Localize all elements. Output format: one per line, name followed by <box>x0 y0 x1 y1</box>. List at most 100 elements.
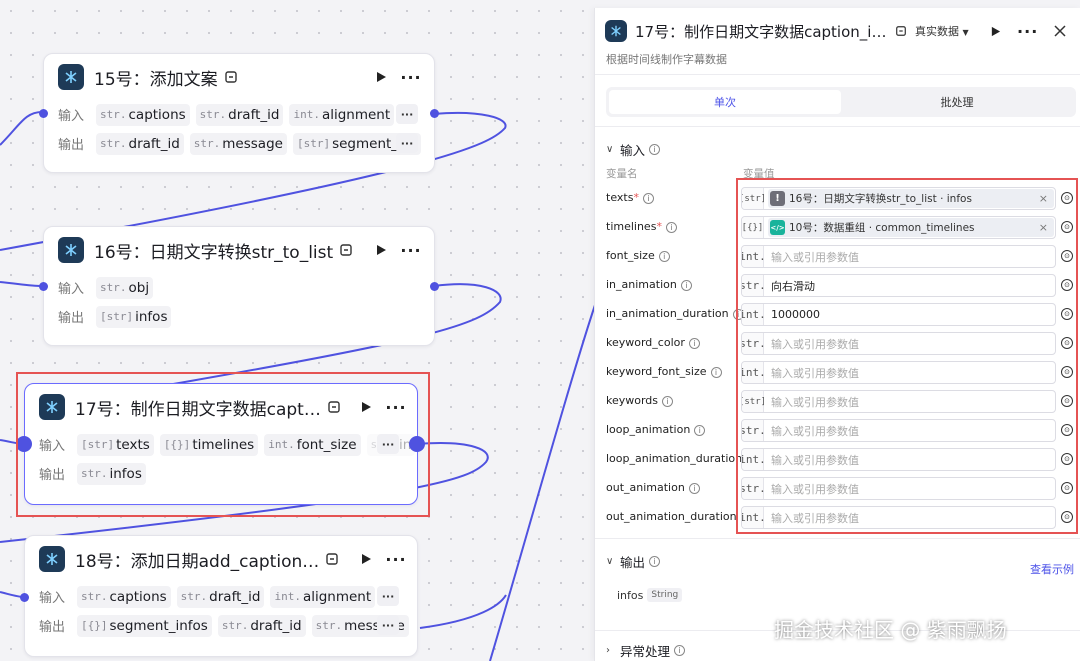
input-chip: int. alignment <box>270 585 376 608</box>
node-18[interactable]: 18号：添加日期add_caption… ··· 输入 str. captions… <box>24 535 418 657</box>
panel-title: 17号：制作日期文字数据caption_inf… <box>635 22 893 41</box>
param-name: loop_animation_duration <box>606 452 743 465</box>
input-section-title: 输入 <box>620 143 646 158</box>
info-icon: i <box>710 367 722 378</box>
output-chip: [{}] segment_infos <box>77 614 212 637</box>
info-icon: i <box>649 144 661 155</box>
info-icon: i <box>642 193 654 204</box>
node-15[interactable]: 15号：添加文案 ··· 输入 str. captions str. draft_i… <box>43 53 435 173</box>
plugin-logo-icon <box>58 64 84 90</box>
node-input-row: 输入 str. captions str. draft_id int. alignme… <box>25 582 417 611</box>
run-icon[interactable] <box>368 237 394 263</box>
more-icon[interactable]: ··· <box>398 237 424 263</box>
column-header-name: 变量名 <box>606 168 638 180</box>
chevron-down-icon: ∨ <box>606 144 614 155</box>
run-icon[interactable] <box>368 64 394 90</box>
output-variable: infos String <box>617 588 683 602</box>
close-icon[interactable] <box>1047 18 1073 44</box>
data-source-select[interactable]: 真实数据 ▼ <box>915 23 969 39</box>
plugin-logo-icon <box>58 237 84 263</box>
input-port[interactable] <box>39 109 48 118</box>
more-icon[interactable]: ··· <box>1015 18 1041 44</box>
plugin-logo-icon <box>39 546 65 572</box>
wire-into-node-15 <box>0 111 43 146</box>
wire-to-panel <box>489 304 596 661</box>
input-chip: str. captions <box>77 585 171 608</box>
inputs-label: 输入 <box>58 109 85 124</box>
more-icon[interactable]: ··· <box>398 64 424 90</box>
panel-description: 根据时间线制作字幕数据 <box>606 53 727 66</box>
info-icon: i <box>688 483 700 494</box>
batch-icon[interactable] <box>893 18 909 44</box>
node-title: 16号：日期文字转换str_to_list <box>94 242 334 263</box>
info-icon: i <box>694 425 706 436</box>
output-var-name: infos <box>617 588 644 602</box>
info-icon: i <box>680 280 692 291</box>
output-chip: str. draft_id <box>96 132 184 155</box>
run-icon[interactable] <box>353 546 379 572</box>
chevron-down-icon: ▼ <box>962 28 969 37</box>
more-outputs-button[interactable]: ··· <box>396 133 418 153</box>
output-chip: str. draft_id <box>217 614 306 637</box>
panel-header: 17号：制作日期文字数据caption_inf… 真实数据 ▼ ··· <box>595 18 1080 44</box>
param-name: out_animation_durationi <box>606 510 752 523</box>
node-header: 15号：添加文案 ··· <box>44 54 434 100</box>
param-name: font_size i <box>606 249 670 262</box>
input-chip: str. obj <box>96 276 154 299</box>
param-name: in_animation_duration i <box>606 307 744 320</box>
param-name: loop_animation i <box>606 423 706 436</box>
run-mode-tabs: 单次 批处理 <box>606 87 1076 117</box>
input-port[interactable] <box>20 593 29 602</box>
node-output-row: 输出 [{}] segment_infos str. draft_id str. me… <box>25 611 417 640</box>
info-icon: i <box>665 222 677 233</box>
exception-section-title: 异常处理 <box>620 644 671 659</box>
output-port[interactable] <box>430 282 439 291</box>
output-port[interactable] <box>430 109 439 118</box>
batch-icon[interactable] <box>218 64 244 90</box>
info-icon: i <box>688 338 700 349</box>
more-outputs-button[interactable]: ··· <box>377 615 399 635</box>
more-icon[interactable]: ··· <box>383 546 409 572</box>
batch-icon[interactable] <box>319 546 345 572</box>
node-title: 18号：添加日期add_caption… <box>75 551 320 572</box>
node-16[interactable]: 16号：日期文字转换str_to_list ··· 输入 str. obj 输出 … <box>43 226 435 346</box>
info-icon: i <box>674 645 686 656</box>
more-inputs-button[interactable]: ··· <box>377 586 399 606</box>
node-input-row: 输入 str. captions str. draft_id int. alignme… <box>44 100 434 129</box>
output-section-header[interactable]: ∨ 输出 i <box>606 552 661 571</box>
info-icon: i <box>658 251 670 262</box>
more-inputs-button[interactable]: ··· <box>396 104 418 124</box>
tab-single[interactable]: 单次 <box>609 90 841 114</box>
chevron-down-icon: ∨ <box>606 556 614 567</box>
divider <box>595 538 1080 539</box>
watermark: 掘金技术社区 @ 紫雨飘扬 <box>774 618 1007 642</box>
node-output-row: 输出 str. draft_id str. message [str] segment… <box>44 129 434 158</box>
info-icon: i <box>649 556 661 567</box>
plugin-logo-icon <box>605 20 627 42</box>
param-name: keyword_font_size i <box>606 365 722 378</box>
param-name: keywords i <box>606 394 674 407</box>
data-source-label: 真实数据 <box>915 25 959 38</box>
param-name: keyword_color i <box>606 336 700 349</box>
param-name: in_animation i <box>606 278 692 291</box>
divider <box>595 74 1080 75</box>
node-header: 16号：日期文字转换str_to_list ··· <box>44 227 434 273</box>
divider <box>595 126 1080 127</box>
outputs-label: 输出 <box>58 311 85 326</box>
node-title: 15号：添加文案 <box>94 69 218 90</box>
input-port[interactable] <box>39 282 48 291</box>
batch-icon[interactable] <box>333 237 359 263</box>
tab-batch[interactable]: 批处理 <box>841 90 1073 114</box>
run-icon[interactable] <box>983 18 1009 44</box>
input-section-header[interactable]: ∨ 输入 i <box>606 140 661 159</box>
node-input-row: 输入 str. obj <box>44 273 434 302</box>
view-example-link[interactable]: 查看示例 <box>1030 561 1074 577</box>
chevron-right-icon: › <box>606 645 610 656</box>
inputs-label: 输入 <box>58 282 85 297</box>
input-chip: str. captions <box>96 103 190 126</box>
input-chip: int. alignment <box>289 103 395 126</box>
output-var-type: String <box>647 588 683 602</box>
exception-section-header[interactable]: › 异常处理 i <box>606 641 686 660</box>
param-name: timelines* i <box>606 220 677 233</box>
param-name: out_animation i <box>606 481 700 494</box>
